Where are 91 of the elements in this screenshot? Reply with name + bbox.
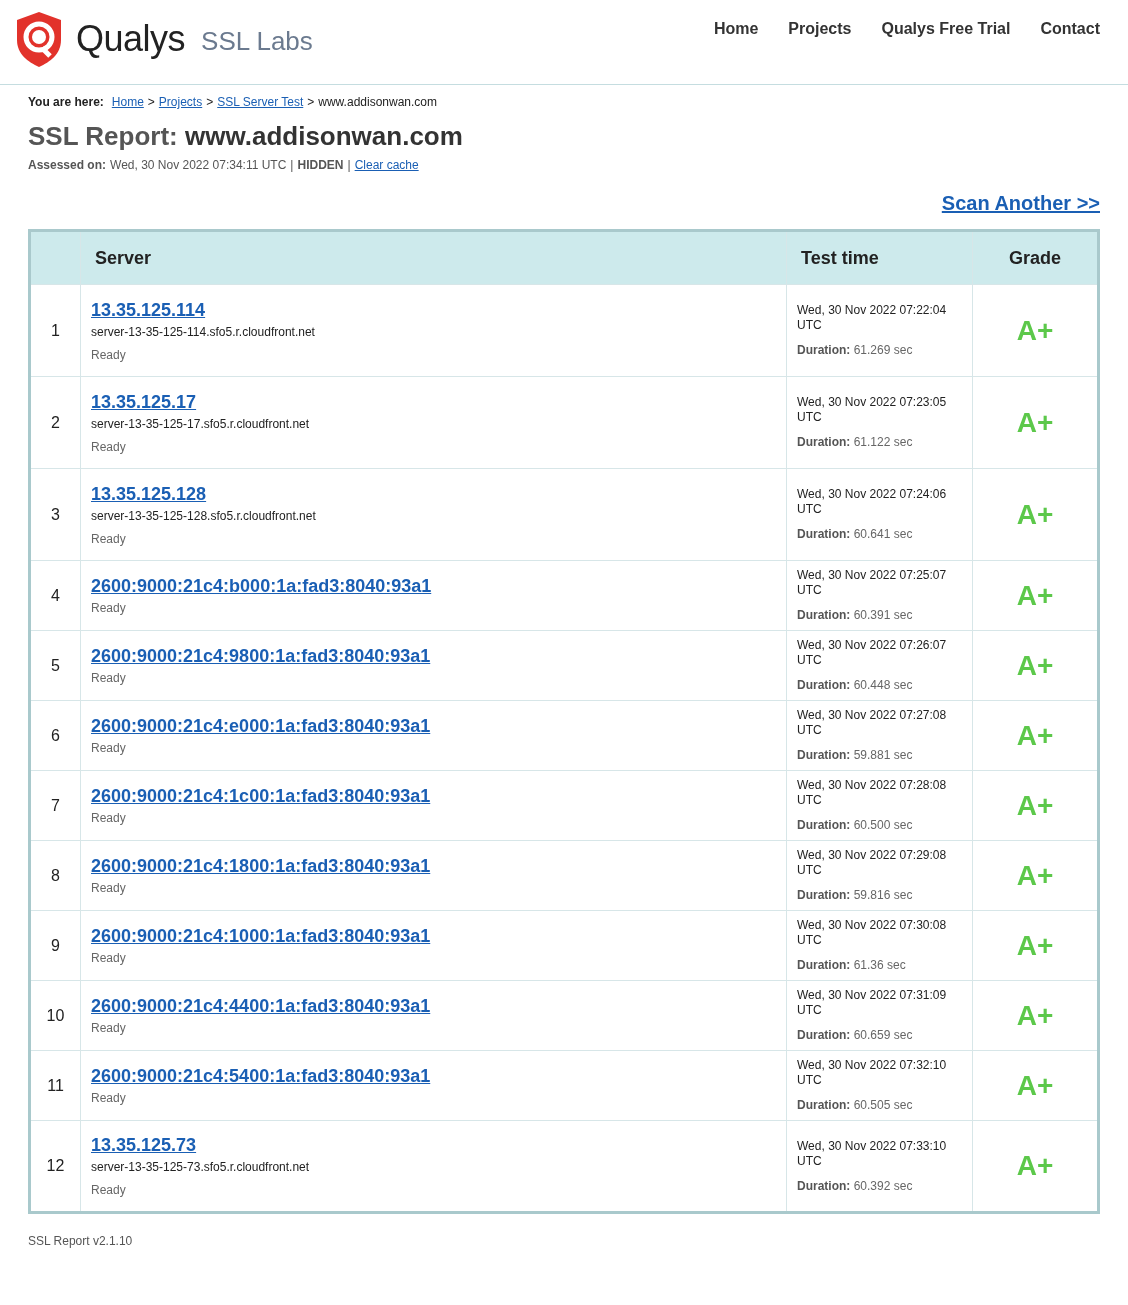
breadcrumb-link[interactable]: Home bbox=[111, 95, 144, 109]
test-time: Wed, 30 Nov 2022 07:29:08 UTC bbox=[797, 848, 948, 878]
server-address-link[interactable]: 13.35.125.114 bbox=[91, 298, 206, 321]
column-header: Server bbox=[80, 230, 787, 285]
server-address-link[interactable]: 2600:9000:21c4:9800:1a:fad3:8040:93a1 bbox=[91, 645, 431, 667]
server-status: Ready bbox=[91, 951, 127, 966]
duration: Duration: 61.36 sec bbox=[797, 958, 907, 973]
server-status: Ready bbox=[91, 601, 127, 616]
assessed-date: Wed, 30 Nov 2022 07:34:11 UTC bbox=[110, 158, 287, 172]
test-time: Wed, 30 Nov 2022 07:27:08 UTC bbox=[797, 708, 948, 738]
test-time: Wed, 30 Nov 2022 07:28:08 UTC bbox=[797, 778, 948, 808]
breadcrumb-separator: > bbox=[147, 95, 155, 109]
server-address-link[interactable]: 2600:9000:21c4:4400:1a:fad3:8040:93a1 bbox=[91, 995, 431, 1017]
nav-link[interactable]: Qualys Free Trial bbox=[881, 20, 1011, 38]
duration: Duration: 61.269 sec bbox=[797, 343, 914, 358]
duration: Duration: 59.881 sec bbox=[797, 748, 914, 763]
breadcrumb-separator: > bbox=[206, 95, 214, 109]
duration: Duration: 60.505 sec bbox=[797, 1098, 914, 1113]
row-number: 10 bbox=[29, 980, 81, 1051]
breadcrumb-separator: > bbox=[307, 95, 315, 109]
server-address-link[interactable]: 2600:9000:21c4:1800:1a:fad3:8040:93a1 bbox=[91, 855, 431, 877]
duration: Duration: 60.392 sec bbox=[797, 1178, 914, 1194]
server-address-link[interactable]: 13.35.125.128 bbox=[91, 482, 207, 505]
test-time: Wed, 30 Nov 2022 07:24:06 UTC bbox=[797, 487, 948, 517]
breadcrumb-current: www.addisonwan.com bbox=[318, 95, 437, 109]
server-hostname: server-13-35-125-128.sfo5.r.cloudfront.net bbox=[91, 508, 317, 524]
server-address-link[interactable]: 13.35.125.73 bbox=[91, 1134, 197, 1156]
test-time: Wed, 30 Nov 2022 07:32:10 UTC bbox=[797, 1058, 948, 1088]
test-time: Wed, 30 Nov 2022 07:26:07 UTC bbox=[797, 638, 948, 668]
row-number: 5 bbox=[29, 630, 81, 701]
row-number: 2 bbox=[29, 376, 81, 469]
server-status: Ready bbox=[91, 1091, 127, 1106]
brand-name: Qualys bbox=[76, 17, 186, 60]
product-name: SSL Labs bbox=[201, 26, 313, 57]
duration: Duration: 60.641 sec bbox=[797, 527, 914, 542]
separator: | bbox=[290, 158, 294, 172]
server-status: Ready bbox=[91, 671, 127, 686]
test-time: Wed, 30 Nov 2022 07:31:09 UTC bbox=[797, 988, 948, 1018]
server-address-link[interactable]: 2600:9000:21c4:5400:1a:fad3:8040:93a1 bbox=[91, 1065, 431, 1087]
column-header: Test time bbox=[786, 230, 973, 285]
server-status: Ready bbox=[91, 811, 127, 826]
test-time: Wed, 30 Nov 2022 07:22:04 UTC bbox=[797, 303, 948, 333]
clear-cache-link[interactable]: Clear cache bbox=[354, 158, 419, 172]
server-status: Ready bbox=[91, 881, 127, 896]
row-number: 1 bbox=[29, 284, 81, 377]
visibility-status: HIDDEN bbox=[297, 158, 344, 172]
server-hostname: server-13-35-125-114.sfo5.r.cloudfront.net bbox=[91, 324, 316, 340]
breadcrumb-link[interactable]: SSL Server Test bbox=[217, 95, 304, 109]
test-time: Wed, 30 Nov 2022 07:33:10 UTC bbox=[797, 1138, 948, 1169]
server-address-link[interactable]: 2600:9000:21c4:e000:1a:fad3:8040:93a1 bbox=[91, 715, 431, 737]
version-text: SSL Report v2.1.10 bbox=[28, 1234, 134, 1248]
column-header: Grade bbox=[972, 230, 1099, 285]
server-hostname: server-13-35-125-73.sfo5.r.cloudfront.net bbox=[91, 1160, 311, 1175]
server-status: Ready bbox=[91, 1021, 127, 1036]
nav-link[interactable]: Contact bbox=[1040, 20, 1100, 38]
duration: Duration: 60.500 sec bbox=[797, 818, 914, 833]
server-status: Ready bbox=[91, 1183, 127, 1198]
duration: Duration: 60.659 sec bbox=[797, 1028, 914, 1043]
duration: Duration: 59.816 sec bbox=[797, 888, 914, 903]
test-time: Wed, 30 Nov 2022 07:30:08 UTC bbox=[797, 918, 948, 948]
row-number: 11 bbox=[29, 1050, 81, 1121]
row-number: 9 bbox=[29, 910, 81, 981]
nav-link[interactable]: Home bbox=[713, 20, 759, 38]
grade: A+ bbox=[972, 284, 1099, 377]
server-status: Ready bbox=[91, 741, 127, 756]
row-number: 7 bbox=[29, 770, 81, 841]
report-title: SSL Report: www.addisonwan.com bbox=[28, 121, 464, 152]
shield-logo-icon bbox=[14, 9, 64, 68]
scan-another-link[interactable]: Scan Another >> bbox=[941, 192, 1100, 215]
server-address-link[interactable]: 2600:9000:21c4:1c00:1a:fad3:8040:93a1 bbox=[91, 785, 431, 807]
server-address-link[interactable]: 2600:9000:21c4:1000:1a:fad3:8040:93a1 bbox=[91, 925, 431, 947]
server-status: Ready bbox=[91, 531, 127, 547]
row-number: 8 bbox=[29, 840, 81, 911]
breadcrumb-link[interactable]: Projects bbox=[158, 95, 203, 109]
server-status: Ready bbox=[91, 439, 127, 455]
test-time: Wed, 30 Nov 2022 07:25:07 UTC bbox=[797, 568, 948, 598]
server-hostname: server-13-35-125-17.sfo5.r.cloudfront.net bbox=[91, 416, 311, 432]
row-number: 4 bbox=[29, 560, 81, 631]
server-status: Ready bbox=[91, 347, 127, 363]
breadcrumb-label: You are here: bbox=[28, 95, 104, 109]
duration: Duration: 60.391 sec bbox=[797, 608, 914, 623]
row-number: 3 bbox=[29, 468, 81, 561]
duration: Duration: 60.448 sec bbox=[797, 678, 914, 693]
server-address-link[interactable]: 2600:9000:21c4:b000:1a:fad3:8040:93a1 bbox=[91, 575, 432, 597]
nav-link[interactable]: Projects bbox=[788, 20, 852, 38]
server-address-link[interactable]: 13.35.125.17 bbox=[91, 390, 197, 413]
test-time: Wed, 30 Nov 2022 07:23:05 UTC bbox=[797, 395, 948, 425]
separator: | bbox=[347, 158, 351, 172]
row-number: 6 bbox=[29, 700, 81, 771]
duration: Duration: 61.122 sec bbox=[797, 435, 914, 450]
assessed-label: Assessed on: bbox=[28, 158, 107, 172]
